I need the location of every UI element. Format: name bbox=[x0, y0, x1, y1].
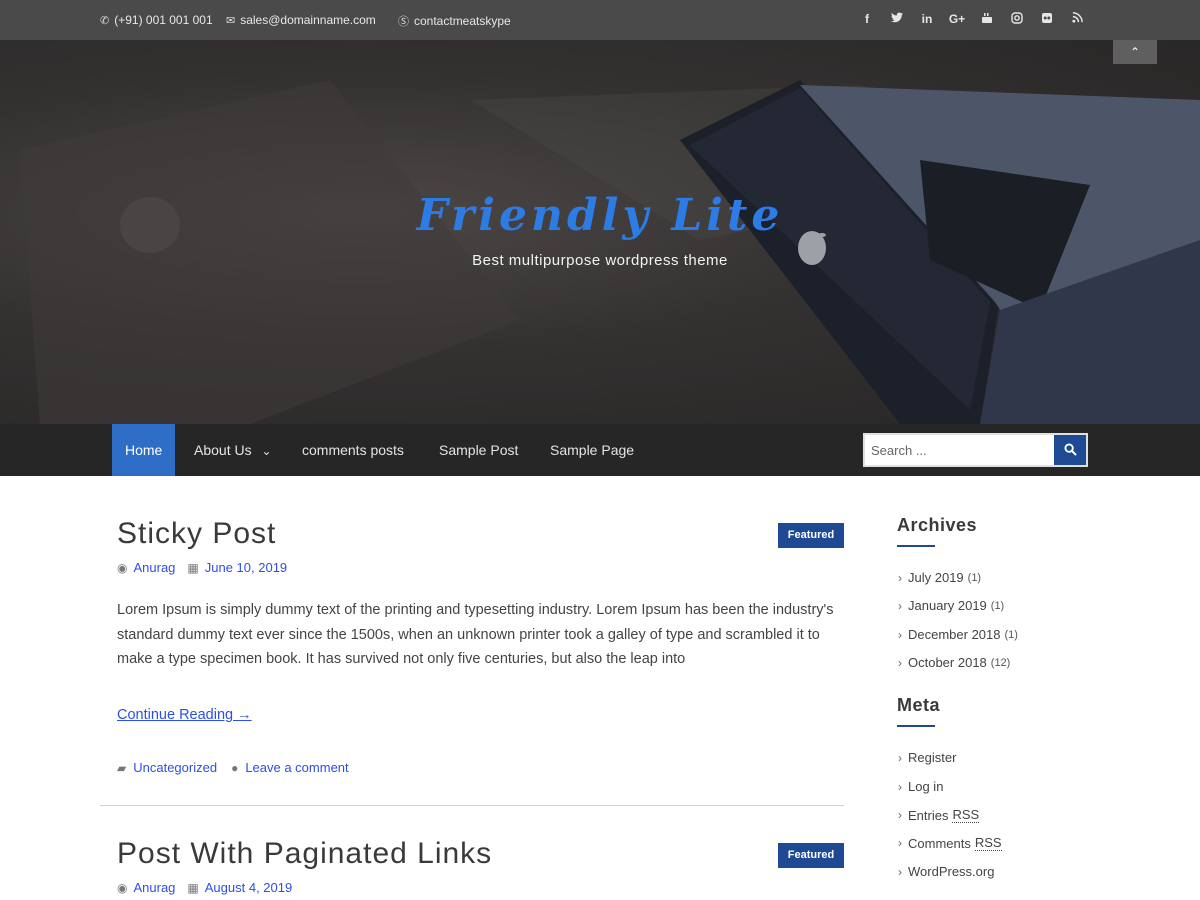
youtube-icon[interactable] bbox=[972, 12, 1002, 27]
search-input[interactable] bbox=[865, 435, 1050, 465]
archives-title: Archives bbox=[897, 515, 978, 535]
archive-item[interactable]: › December 2018 (1) bbox=[898, 627, 1018, 642]
user-icon: ◉ bbox=[117, 880, 128, 895]
archive-count: (12) bbox=[990, 656, 1011, 669]
chevron-right-icon: › bbox=[898, 779, 902, 794]
email-text[interactable]: sales@domainname.com bbox=[240, 13, 376, 27]
instagram-icon[interactable] bbox=[1002, 12, 1032, 27]
skype-text[interactable]: contactmeatskype bbox=[414, 14, 511, 28]
meta-item-wordpress[interactable]: › WordPress.org bbox=[898, 864, 994, 879]
nav-sample-post[interactable]: Sample Post bbox=[439, 424, 518, 476]
post-date-link-2[interactable]: August 4, 2019 bbox=[205, 880, 292, 895]
chevron-right-icon: › bbox=[898, 627, 902, 642]
post-meta: ◉ Anurag ▦ June 10, 2019 bbox=[117, 560, 287, 575]
skype-icon: Ⓢ bbox=[398, 16, 409, 28]
archive-label[interactable]: December 2018 bbox=[908, 627, 1001, 642]
login-link[interactable]: Log in bbox=[908, 779, 943, 794]
comment-icon: ● bbox=[231, 760, 239, 775]
chevron-right-icon: › bbox=[898, 570, 902, 585]
entries-rss-label[interactable]: Entries bbox=[908, 808, 948, 823]
facebook-icon[interactable]: f bbox=[852, 12, 882, 27]
continue-reading-link[interactable]: Continue Reading → bbox=[117, 707, 252, 723]
email-contact[interactable]: ✉ sales@domainname.com bbox=[226, 13, 376, 27]
search-icon bbox=[1063, 443, 1077, 456]
post-divider bbox=[100, 805, 844, 806]
phone-contact: ✆ (+91) 001 001 001 bbox=[100, 13, 213, 27]
search-form bbox=[863, 433, 1088, 467]
post-date-link[interactable]: June 10, 2019 bbox=[205, 560, 287, 575]
skype-contact[interactable]: Ⓢ contactmeatskype bbox=[398, 13, 511, 29]
featured-badge-2: Featured bbox=[778, 843, 844, 868]
meta-title: Meta bbox=[897, 695, 941, 715]
archive-count: (1) bbox=[1004, 628, 1018, 641]
featured-badge: Featured bbox=[778, 523, 844, 548]
archives-underline bbox=[897, 545, 935, 547]
site-title[interactable]: Friendly Lite bbox=[0, 190, 1200, 241]
post-excerpt: Lorem Ipsum is simply dummy text of the … bbox=[117, 602, 834, 667]
post-footer-meta: ▰ Uncategorized ● Leave a comment bbox=[117, 760, 349, 775]
meta-item-login[interactable]: › Log in bbox=[898, 779, 943, 794]
nav-about-us[interactable]: About Us ⌄ bbox=[194, 424, 272, 476]
calendar-icon: ▦ bbox=[187, 880, 199, 895]
search-button[interactable] bbox=[1054, 435, 1086, 465]
linkedin-icon[interactable]: in bbox=[912, 12, 942, 27]
category-link[interactable]: Uncategorized bbox=[133, 760, 217, 775]
archive-label[interactable]: January 2019 bbox=[908, 598, 987, 613]
site-tagline: Best multipurpose wordpress theme bbox=[472, 252, 728, 269]
social-links: f in G+ bbox=[852, 12, 1092, 27]
nav-home[interactable]: Home bbox=[112, 424, 176, 476]
post-meta-2: ◉ Anurag ▦ August 4, 2019 bbox=[117, 880, 292, 895]
comments-rss-abbr[interactable]: RSS bbox=[974, 835, 1002, 851]
chevron-right-icon: › bbox=[898, 836, 902, 850]
folder-icon: ▰ bbox=[117, 760, 127, 775]
register-link[interactable]: Register bbox=[908, 750, 956, 765]
post-author-link[interactable]: Anurag bbox=[133, 560, 175, 575]
nav-about-us-label: About Us bbox=[194, 442, 252, 458]
scroll-top-button[interactable]: ⌃ bbox=[1113, 40, 1157, 64]
google-plus-icon[interactable]: G+ bbox=[942, 12, 972, 27]
nav-comments-posts[interactable]: comments posts bbox=[302, 424, 404, 476]
nav-sample-page[interactable]: Sample Page bbox=[550, 424, 634, 476]
meta-underline bbox=[897, 725, 935, 727]
meta-item-entries-rss[interactable]: › Entries RSS bbox=[898, 807, 980, 823]
rss-icon[interactable] bbox=[1062, 12, 1092, 27]
archive-item[interactable]: › October 2018 (12) bbox=[898, 655, 1010, 670]
archive-item[interactable]: › January 2019 (1) bbox=[898, 598, 1004, 613]
top-bar: ✆ (+91) 001 001 001 ✉ sales@domainname.c… bbox=[0, 0, 1200, 40]
comments-rss-label[interactable]: Comments bbox=[908, 836, 971, 851]
wordpress-link[interactable]: WordPress.org bbox=[908, 864, 994, 879]
user-icon: ◉ bbox=[117, 560, 128, 575]
meta-item-comments-rss[interactable]: › Comments RSS bbox=[898, 835, 1002, 851]
chevron-down-icon: ⌄ bbox=[261, 444, 272, 458]
calendar-icon: ▦ bbox=[187, 560, 199, 575]
post-title[interactable]: Sticky Post bbox=[117, 517, 276, 551]
meta-item-register[interactable]: › Register bbox=[898, 750, 956, 765]
twitter-icon[interactable] bbox=[882, 12, 912, 27]
chevron-right-icon: › bbox=[898, 864, 902, 879]
post-title-2[interactable]: Post With Paginated Links bbox=[117, 837, 492, 871]
archive-count: (1) bbox=[990, 599, 1005, 612]
phone-text: (+91) 001 001 001 bbox=[114, 13, 213, 27]
chevron-right-icon: › bbox=[898, 655, 902, 670]
hero-banner: ⌃ Friendly Lite Best multipurpose wordpr… bbox=[0, 40, 1200, 424]
post-author-link-2[interactable]: Anurag bbox=[133, 880, 175, 895]
chevron-right-icon: › bbox=[898, 750, 902, 765]
envelope-icon: ✉ bbox=[226, 14, 236, 27]
leave-comment-link[interactable]: Leave a comment bbox=[245, 760, 348, 775]
flickr-icon[interactable] bbox=[1032, 12, 1062, 27]
main-navigation: Home About Us ⌄ comments posts Sample Po… bbox=[0, 424, 1200, 476]
archive-label[interactable]: July 2019 bbox=[908, 570, 964, 585]
archive-count: (1) bbox=[967, 571, 982, 584]
chevron-right-icon: › bbox=[898, 808, 902, 822]
archive-item[interactable]: › July 2019 (1) bbox=[898, 570, 981, 585]
chevron-up-icon: ⌃ bbox=[1129, 45, 1141, 59]
chevron-right-icon: › bbox=[898, 598, 902, 613]
archive-label[interactable]: October 2018 bbox=[908, 655, 987, 670]
entries-rss-abbr[interactable]: RSS bbox=[952, 807, 980, 823]
phone-icon: ✆ bbox=[100, 14, 110, 27]
